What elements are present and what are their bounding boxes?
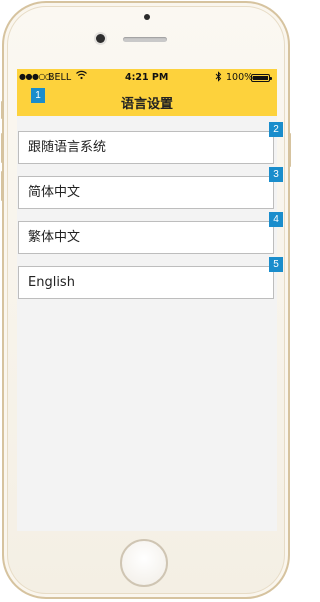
proximity-sensor — [144, 14, 150, 20]
carrier-name: BELL — [48, 72, 72, 83]
annotation-badge-2: 2 — [269, 122, 283, 137]
status-bar: ●●●○○ BELL 4:21 PM 100% — [17, 69, 277, 87]
language-option-simplified-chinese[interactable]: 简体中文 — [18, 176, 274, 209]
screen: ●●●○○ BELL 4:21 PM 100% 语言设置 1 跟随语言系统 2 … — [17, 69, 283, 531]
silent-switch — [1, 101, 4, 119]
language-option-follow-system[interactable]: 跟随语言系统 — [18, 131, 274, 164]
clock: 4:21 PM — [125, 72, 169, 83]
signal-strength-icon: ●●●○○ — [19, 72, 52, 81]
battery-fill — [253, 76, 268, 80]
annotation-badge-3: 3 — [269, 167, 283, 182]
language-option-traditional-chinese[interactable]: 繁体中文 — [18, 221, 274, 254]
annotation-badge-4: 4 — [269, 212, 283, 227]
wifi-icon — [76, 70, 87, 83]
volume-up-button — [1, 133, 4, 163]
power-button — [288, 133, 291, 167]
language-option-english[interactable]: English — [18, 266, 274, 299]
page-title: 语言设置 — [120, 97, 173, 112]
bluetooth-icon — [215, 71, 222, 85]
earpiece-speaker — [123, 37, 167, 42]
home-button[interactable] — [120, 539, 168, 587]
annotation-badge-1: 1 — [31, 88, 45, 103]
annotation-badge-5: 5 — [269, 257, 283, 272]
front-camera — [96, 34, 105, 43]
header-bar: ●●●○○ BELL 4:21 PM 100% 语言设置 — [17, 69, 277, 116]
volume-down-button — [1, 171, 4, 201]
battery-icon — [251, 74, 272, 82]
battery-percent: 100% — [226, 72, 254, 83]
